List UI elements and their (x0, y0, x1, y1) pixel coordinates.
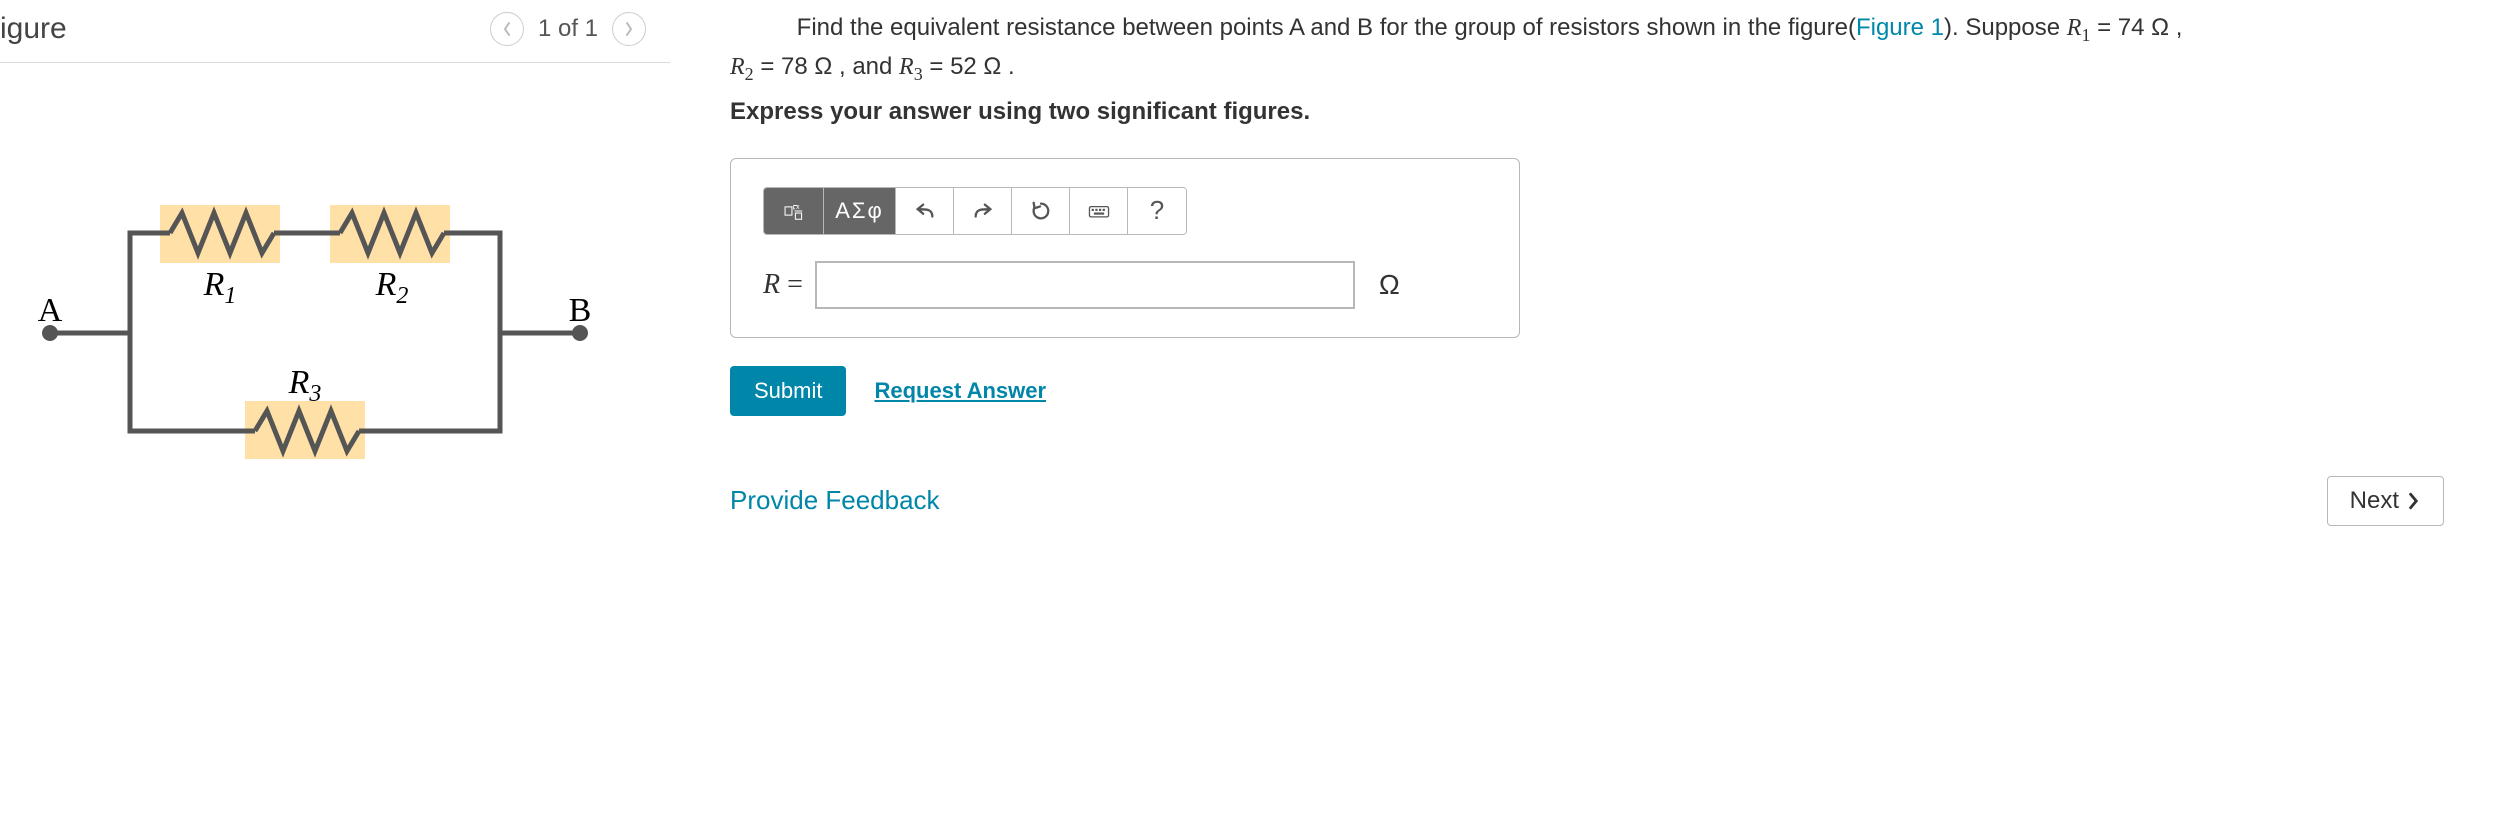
reset-button[interactable] (1012, 188, 1070, 234)
figure-title: igure (0, 12, 67, 46)
answer-unit: Ω (1379, 269, 1400, 301)
provide-feedback-link[interactable]: Provide Feedback (730, 485, 940, 516)
footer-row: Provide Feedback Next (730, 476, 2444, 526)
redo-icon (972, 200, 994, 222)
answer-input-row: R = Ω (763, 261, 1487, 309)
keyboard-button[interactable] (1070, 188, 1128, 234)
chevron-left-icon (501, 21, 513, 37)
instruction-text: Express your answer using two significan… (730, 98, 2444, 126)
answer-box: x ΑΣφ ? R = (730, 158, 1520, 338)
chevron-right-icon (623, 21, 635, 37)
next-button-label: Next (2350, 487, 2399, 515)
label-B: B (569, 292, 592, 329)
question-panel: Find the equivalent resistance between p… (670, 0, 2504, 814)
label-A: A (38, 292, 63, 329)
undo-button[interactable] (896, 188, 954, 234)
figure-link[interactable]: Figure 1 (1856, 14, 1944, 41)
equation-toolbar: x ΑΣφ ? (763, 187, 1187, 235)
keyboard-icon (1088, 200, 1110, 222)
chevron-right-icon (2407, 492, 2421, 510)
label-R1: R1 (203, 266, 237, 309)
request-answer-link[interactable]: Request Answer (874, 378, 1046, 404)
help-button[interactable]: ? (1128, 188, 1186, 234)
circuit-figure: A B R1 R2 R3 (20, 163, 670, 468)
template-button[interactable]: x (764, 188, 824, 234)
figure-panel: igure 1 of 1 A B (0, 0, 670, 814)
reset-icon (1030, 200, 1052, 222)
label-R3: R3 (288, 364, 322, 407)
figure-nav: 1 of 1 (490, 12, 646, 46)
next-button[interactable]: Next (2327, 476, 2444, 526)
figure-next-button[interactable] (612, 12, 646, 46)
undo-icon (914, 200, 936, 222)
answer-input[interactable] (815, 261, 1355, 309)
figure-pager-text: 1 of 1 (538, 15, 598, 43)
question-text: Find the equivalent resistance between p… (730, 10, 2444, 88)
figure-prev-button[interactable] (490, 12, 524, 46)
label-R2: R2 (375, 266, 409, 309)
greek-symbols-button[interactable]: ΑΣφ (824, 188, 896, 234)
figure-header: igure 1 of 1 (0, 0, 670, 63)
action-row: Submit Request Answer (730, 366, 2444, 416)
redo-button[interactable] (954, 188, 1012, 234)
submit-button[interactable]: Submit (730, 366, 846, 416)
fraction-template-icon: x (783, 200, 805, 222)
input-label: R = (763, 269, 803, 301)
